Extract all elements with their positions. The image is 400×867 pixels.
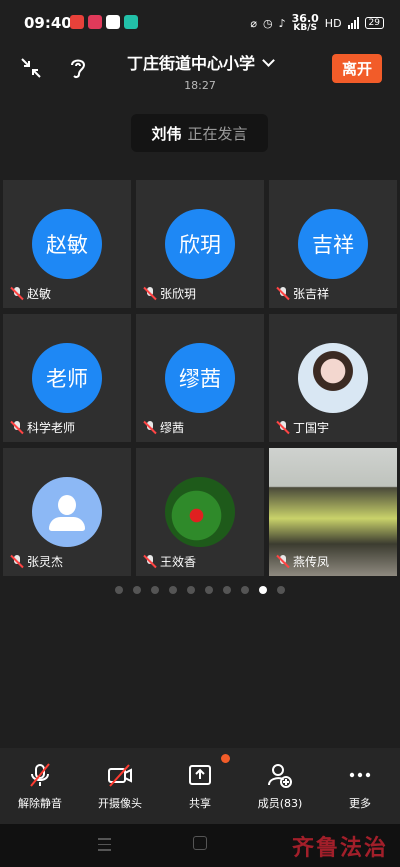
more-button[interactable]: 更多	[320, 748, 400, 824]
notification-dot	[221, 754, 230, 763]
system-nav-bar: 齐鲁法治	[0, 824, 400, 867]
participant-label: 赵敏	[10, 285, 52, 302]
signal-icon	[347, 17, 359, 29]
play-app-icon	[106, 15, 120, 29]
camera-off-icon	[107, 762, 133, 788]
add-member-icon	[267, 762, 293, 788]
participant-name: 张欣玥	[160, 287, 197, 301]
participant-label: 缪茜	[143, 419, 185, 436]
participant-label: 丁国宇	[276, 419, 330, 436]
avatar: 缪茜	[165, 343, 235, 413]
mic-muted-icon	[143, 420, 157, 435]
page-dot[interactable]	[115, 586, 123, 594]
avatar: 吉祥	[298, 209, 368, 279]
page-dot-active[interactable]	[259, 586, 267, 594]
mic-muted-icon	[10, 554, 24, 569]
news-app-icon	[70, 15, 84, 29]
participant-name: 赵敏	[27, 287, 52, 301]
participant-label: 张欣玥	[143, 285, 197, 302]
mic-muted-icon	[143, 554, 157, 569]
participant-tile[interactable]: 老师 科学老师	[3, 314, 131, 442]
mic-off-icon	[27, 762, 53, 788]
page-dot[interactable]	[187, 586, 195, 594]
share-button[interactable]: 共享	[160, 748, 240, 824]
default-avatar-icon	[32, 477, 102, 547]
participant-tile[interactable]: 欣玥 张欣玥	[136, 180, 264, 308]
share-icon	[187, 762, 213, 788]
more-icon	[347, 762, 373, 788]
leave-button[interactable]: 离开	[331, 54, 382, 83]
meeting-title: 丁庄街道中心小学	[126, 54, 255, 73]
avatar: 老师	[32, 343, 102, 413]
page-dot[interactable]	[169, 586, 177, 594]
status-bar: 09:40 ⌀ ◷ ♪ 36.0 KB/S HD 29	[0, 0, 400, 44]
page-dot[interactable]	[151, 586, 159, 594]
participant-name: 张吉祥	[293, 287, 330, 301]
participant-name: 燕传凤	[293, 555, 330, 569]
alarm-icon: ◷	[263, 16, 273, 30]
mic-muted-icon	[143, 286, 157, 301]
video-app-icon	[88, 15, 102, 29]
participant-label: 张灵杰	[10, 553, 64, 570]
chevron-down-icon	[262, 54, 275, 67]
page-dot[interactable]	[205, 586, 213, 594]
page-indicator[interactable]	[0, 586, 400, 594]
chat-app-icon	[124, 15, 138, 29]
participant-name: 科学老师	[27, 421, 76, 435]
status-time: 09:40	[24, 14, 72, 32]
participant-grid: 赵敏 赵敏 欣玥 张欣玥 吉祥 张吉祥 老师 科学老师 缪茜 缪茜 丁国宇 张灵…	[3, 180, 399, 576]
avatar: 欣玥	[165, 209, 235, 279]
avatar-photo	[298, 343, 368, 413]
status-right: ⌀ ◷ ♪ 36.0 KB/S HD 29	[250, 12, 384, 33]
menu-icon[interactable]	[98, 838, 111, 855]
camera-button[interactable]: 开摄像头	[80, 748, 160, 824]
home-icon[interactable]	[193, 836, 207, 850]
participant-name: 丁国宇	[293, 421, 330, 435]
page-dot[interactable]	[241, 586, 249, 594]
avatar: 赵敏	[32, 209, 102, 279]
watermark: 齐鲁法治	[291, 835, 388, 861]
participant-tile[interactable]: 赵敏 赵敏	[3, 180, 131, 308]
mic-muted-icon	[276, 554, 290, 569]
participant-label: 燕传凤	[276, 553, 330, 570]
participant-tile[interactable]: 王效香	[136, 448, 264, 576]
participant-label: 王效香	[143, 553, 197, 570]
participant-tile[interactable]: 张灵杰	[3, 448, 131, 576]
mic-muted-icon	[10, 420, 24, 435]
network-speed: 36.0 KB/S	[291, 12, 319, 33]
participant-name: 缪茜	[160, 421, 185, 435]
participant-tile[interactable]: 吉祥 张吉祥	[269, 180, 397, 308]
page-dot[interactable]	[223, 586, 231, 594]
mic-status-icon: ♪	[278, 16, 286, 30]
battery-icon: 29	[364, 17, 384, 29]
participant-name: 张灵杰	[27, 555, 64, 569]
members-button[interactable]: 成员(83)	[240, 748, 320, 824]
participant-tile[interactable]: 缪茜 缪茜	[136, 314, 264, 442]
speaker-name: 刘伟	[151, 124, 182, 143]
unmute-button[interactable]: 解除静音	[0, 748, 80, 824]
mic-muted-icon	[276, 420, 290, 435]
page-dot[interactable]	[277, 586, 285, 594]
active-speaker-banner: 刘伟 正在发言	[131, 114, 268, 152]
hd-label: HD	[324, 16, 342, 30]
participant-label: 张吉祥	[276, 285, 330, 302]
mic-muted-icon	[276, 286, 290, 301]
notification-icons	[70, 15, 138, 29]
page-dot[interactable]	[133, 586, 141, 594]
speaker-status: 正在发言	[187, 124, 248, 143]
participant-name: 王效香	[160, 555, 197, 569]
nfc-icon: ⌀	[250, 16, 258, 30]
participant-video-tile[interactable]: 燕传凤	[269, 448, 397, 576]
participant-tile[interactable]: 丁国宇	[269, 314, 397, 442]
meeting-toolbar: 解除静音 开摄像头 共享 成员(83) 更多	[0, 748, 400, 824]
mic-muted-icon	[10, 286, 24, 301]
participant-label: 科学老师	[10, 419, 76, 436]
avatar-photo	[165, 477, 235, 547]
